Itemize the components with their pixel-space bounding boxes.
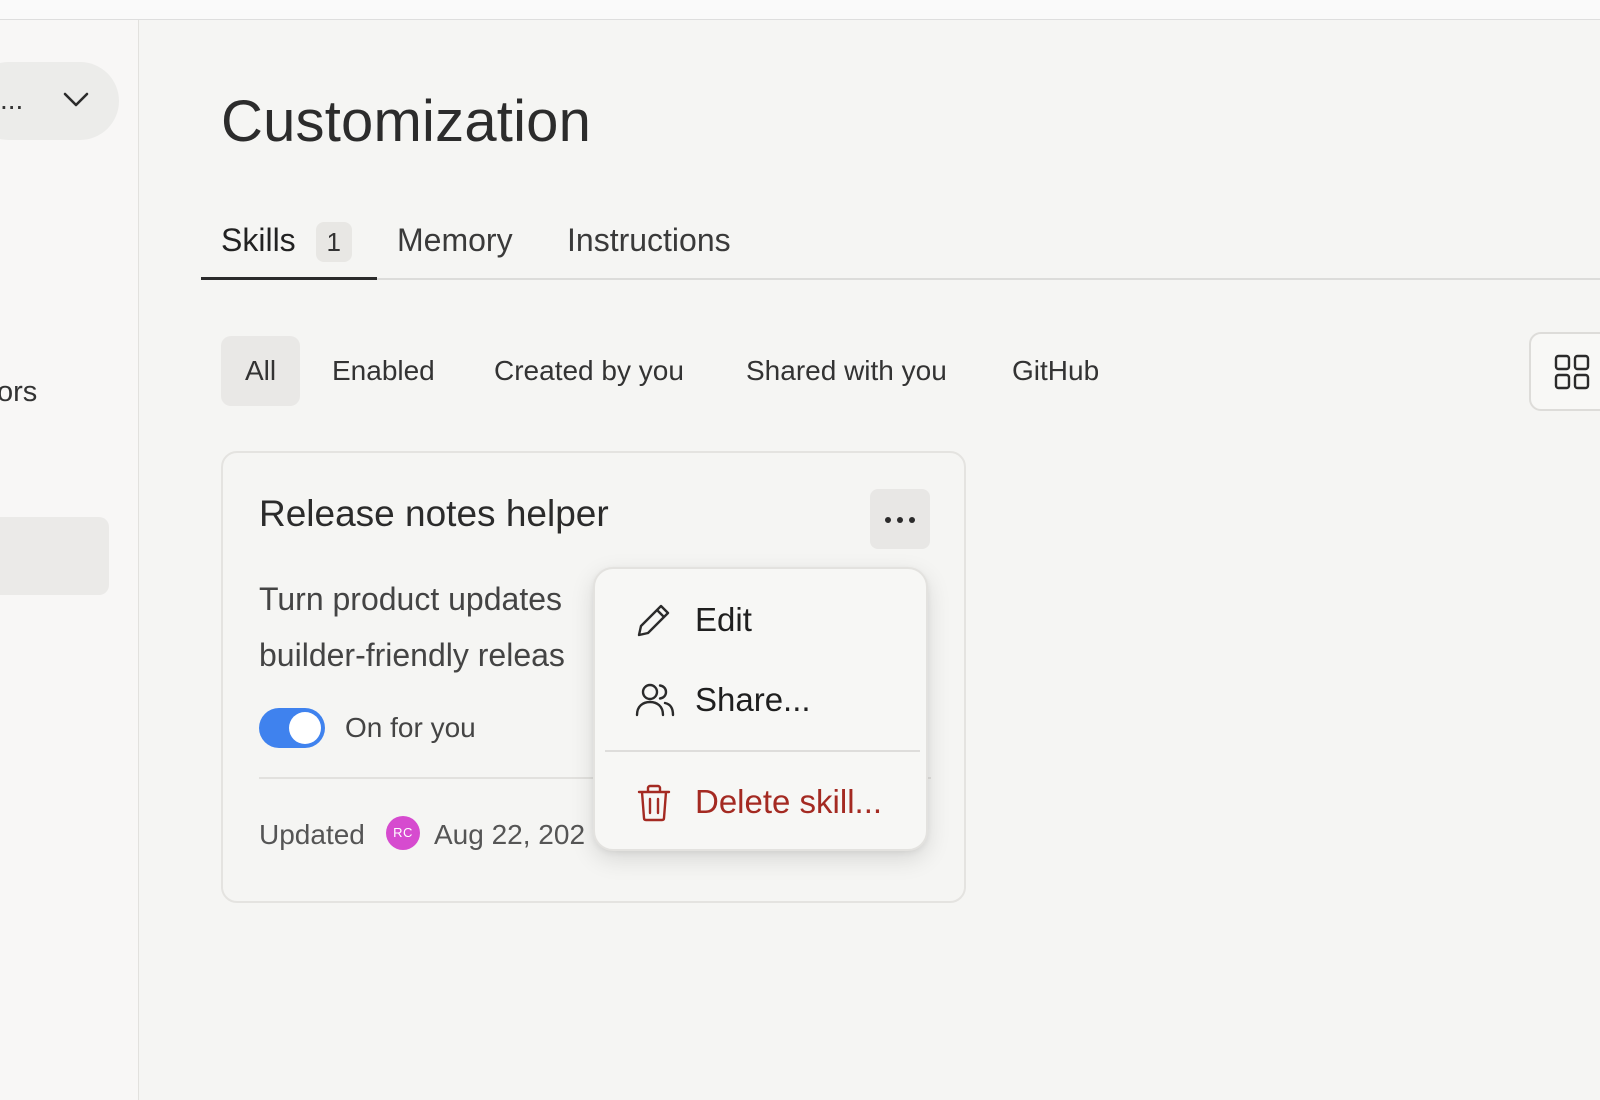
menu-item-delete[interactable]: Delete skill... — [595, 767, 926, 837]
tab-memory[interactable]: Memory — [397, 212, 513, 280]
users-icon — [635, 681, 675, 724]
tab-skills[interactable]: Skills 1 — [201, 212, 377, 280]
menu-divider — [605, 750, 920, 752]
filter-created-by-you[interactable]: Created by you — [494, 336, 684, 406]
tab-label: Skills — [221, 222, 296, 258]
pencil-icon — [635, 601, 673, 644]
menu-item-label: Edit — [695, 601, 752, 638]
avatar: RC — [386, 816, 420, 850]
count-badge: 1 — [315, 222, 352, 262]
sidebar-workspace-select[interactable]: ... — [0, 62, 119, 140]
trash-icon — [635, 783, 673, 828]
skill-options-menu: Edit Share... Delete skill... — [593, 567, 928, 851]
filter-all[interactable]: All — [221, 336, 300, 406]
menu-item-label: Share... — [695, 681, 811, 718]
tab-label: Instructions — [567, 222, 731, 258]
tab-bar: Skills 1 Memory Instructions — [201, 212, 1600, 280]
more-icon — [885, 517, 915, 523]
updated-label: Updated — [259, 819, 365, 850]
filter-github[interactable]: GitHub — [1012, 336, 1099, 406]
menu-item-edit[interactable]: Edit — [595, 585, 926, 655]
enable-toggle[interactable] — [259, 708, 325, 748]
menu-item-share[interactable]: Share... — [595, 665, 926, 735]
more-options-button[interactable] — [870, 489, 930, 549]
window-top-bar — [0, 0, 1600, 20]
menu-item-label: Delete skill... — [695, 783, 883, 820]
grid-view-button[interactable] — [1529, 332, 1600, 411]
sidebar-item-label[interactable]: ors — [0, 376, 37, 409]
chevron-down-icon — [62, 90, 90, 115]
updated-date: Aug 22, 202 — [434, 819, 586, 850]
page-title: Customization — [221, 89, 592, 154]
sidebar-item-active[interactable] — [0, 517, 109, 595]
filter-shared-with-you[interactable]: Shared with you — [746, 336, 947, 406]
tab-instructions[interactable]: Instructions — [567, 212, 731, 280]
toggle-knob — [289, 712, 321, 744]
sidebar: ... ors — [0, 20, 139, 1100]
filter-enabled[interactable]: Enabled — [332, 336, 435, 406]
tab-label: Memory — [397, 222, 513, 258]
toggle-label: On for you — [345, 712, 476, 743]
grid-icon — [1554, 354, 1590, 390]
sidebar-select-label: ... — [0, 84, 24, 115]
skill-title: Release notes helper — [259, 493, 609, 534]
